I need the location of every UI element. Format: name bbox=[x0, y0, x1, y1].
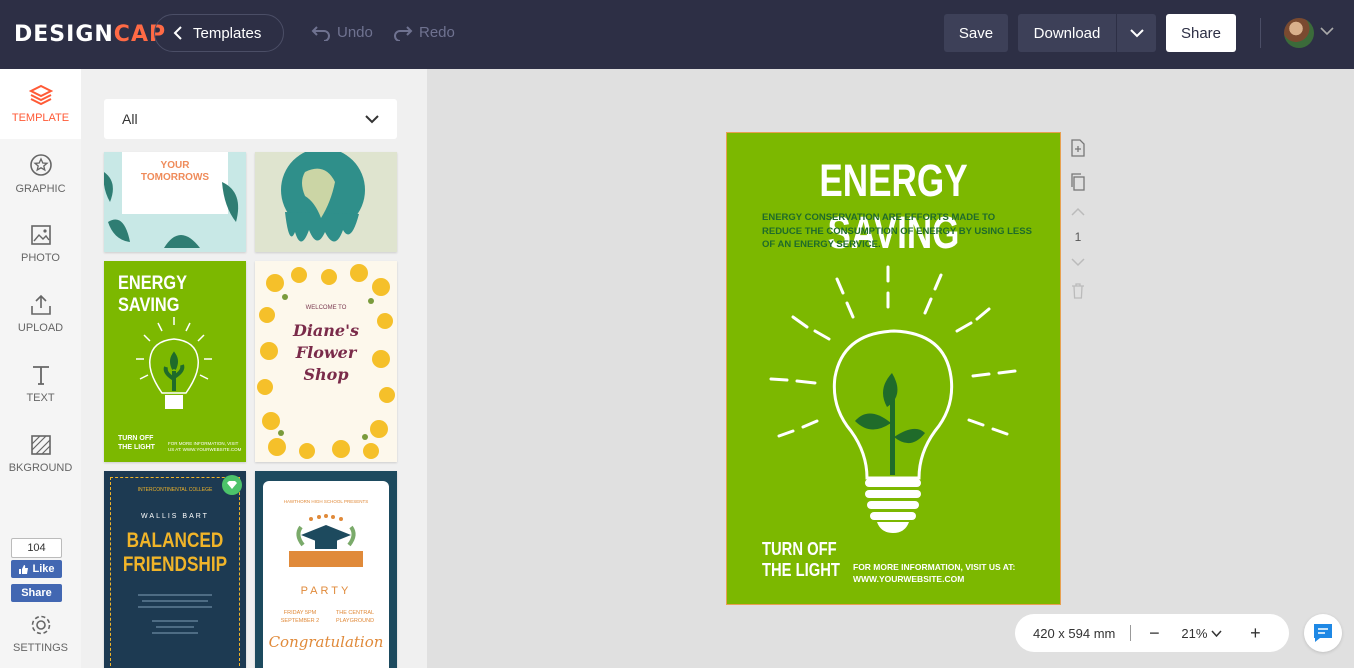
template-thumb-balanced-friendship[interactable]: INTERCONTINENTAL COLLEGE WALLIS BART BAL… bbox=[104, 471, 246, 668]
poster-footer-right[interactable]: FOR MORE INFORMATION, VISIT US AT: WWW.YO… bbox=[853, 561, 1015, 585]
graduation-cap-illustration bbox=[289, 514, 363, 567]
template-thumb-tomorrows[interactable]: YOUR TOMORROWS bbox=[104, 152, 246, 252]
download-button[interactable]: Download bbox=[1018, 14, 1116, 52]
chevron-down-icon bbox=[365, 114, 379, 123]
thumb-title1: BALANCED bbox=[126, 529, 224, 552]
add-page-icon[interactable] bbox=[1070, 139, 1086, 157]
nav-settings[interactable]: SETTINGS bbox=[0, 603, 81, 665]
undo-icon bbox=[311, 25, 330, 41]
text-icon bbox=[32, 366, 49, 385]
thumb-line2: Flower bbox=[295, 343, 357, 362]
melting-earth-illustration bbox=[281, 152, 365, 242]
left-nav: TEMPLATE GRAPHIC PHOTO UPLOAD TEXT BKGRO… bbox=[0, 69, 81, 668]
facebook-widget: 104 Like Share bbox=[11, 538, 62, 602]
thumb-script: Congratulation bbox=[268, 633, 384, 651]
page-number: 1 bbox=[1074, 230, 1082, 244]
thumb-line3: Shop bbox=[303, 365, 349, 384]
duplicate-page-icon[interactable] bbox=[1070, 173, 1086, 191]
nav-background[interactable]: BKGROUND bbox=[0, 419, 81, 489]
chevron-down-icon[interactable] bbox=[1320, 27, 1334, 36]
poster-canvas[interactable]: ENERGY SAVING ENERGY CONSERVATION ARE EF… bbox=[726, 132, 1061, 605]
save-button[interactable]: Save bbox=[944, 14, 1008, 52]
nav-text[interactable]: TEXT bbox=[0, 349, 81, 419]
facebook-share-button[interactable]: Share bbox=[11, 584, 62, 602]
redo-button[interactable]: Redo bbox=[393, 24, 455, 41]
thumb-footer-right: FOR MORE INFORMATION, VISIT US AT: WWW.Y… bbox=[168, 441, 242, 452]
layers-icon bbox=[28, 84, 53, 106]
thumb-top-text: INTERCONTINENTAL COLLEGE bbox=[137, 487, 213, 493]
filter-value: All bbox=[122, 111, 138, 127]
canvas-size-label: 420 x 594 mm bbox=[1033, 625, 1116, 641]
templates-back-button[interactable]: Templates bbox=[154, 14, 284, 52]
chat-button[interactable] bbox=[1304, 614, 1342, 652]
redo-icon bbox=[394, 25, 413, 41]
undo-label: Undo bbox=[337, 24, 373, 41]
zoom-level: 21% bbox=[1181, 625, 1208, 641]
thumb-name: Diane's bbox=[292, 321, 360, 340]
header-divider bbox=[1260, 18, 1261, 48]
nav-upload[interactable]: UPLOAD bbox=[0, 279, 81, 349]
download-options-button[interactable] bbox=[1117, 14, 1156, 52]
image-icon bbox=[30, 225, 51, 245]
redo-label: Redo bbox=[419, 24, 455, 41]
move-page-down-icon[interactable] bbox=[1071, 258, 1085, 267]
move-page-up-icon[interactable] bbox=[1071, 207, 1085, 216]
thumb-title: ENERGY SAVING bbox=[118, 273, 187, 316]
thumb-top-text: HAWTHORN HIGH SCHOOL PRESENTS bbox=[283, 499, 369, 504]
background-icon bbox=[30, 435, 51, 455]
thumb-banner: GRADUATION bbox=[292, 568, 360, 579]
canvas-area: ENERGY SAVING ENERGY CONSERVATION ARE EF… bbox=[427, 69, 1354, 668]
chevron-left-icon bbox=[173, 26, 182, 40]
top-bar: DESIGNCAP Templates Undo Redo Save Downl… bbox=[0, 0, 1354, 69]
share-button[interactable]: Share bbox=[1166, 14, 1236, 52]
thumb-text: YOUR TOMORROWS bbox=[140, 160, 210, 183]
template-thumb-earth[interactable] bbox=[255, 152, 397, 252]
nav-template[interactable]: TEMPLATE bbox=[0, 69, 81, 139]
star-badge-icon bbox=[29, 154, 52, 176]
lightbulb-illustration[interactable] bbox=[727, 133, 1060, 604]
thumb-date: FRIDAY 5PM SEPTEMBER 2 bbox=[280, 610, 320, 624]
template-thumb-flower-shop[interactable]: WELCOME TO Diane's Flower Shop bbox=[255, 261, 397, 462]
zoom-bar: 420 x 594 mm − 21% + bbox=[1015, 614, 1289, 652]
template-panel: All YOUR TOMORROWS ENERGY SAVING TURN OF… bbox=[81, 69, 427, 668]
gear-icon bbox=[31, 615, 50, 635]
category-filter-select[interactable]: All bbox=[104, 99, 397, 139]
chat-icon bbox=[1314, 624, 1332, 642]
undo-button[interactable]: Undo bbox=[311, 24, 373, 41]
facebook-like-count: 104 bbox=[11, 538, 62, 558]
thumbs-up-icon bbox=[19, 564, 29, 574]
thumb-title2: FRIENDSHIP bbox=[122, 553, 228, 576]
zoom-divider bbox=[1130, 625, 1132, 641]
upload-icon bbox=[30, 294, 51, 315]
thumb-footer-left: TURN OFF THE LIGHT bbox=[118, 435, 155, 451]
thumb-party: PARTY bbox=[300, 585, 352, 597]
zoom-level-select[interactable]: 21% bbox=[1181, 626, 1222, 641]
thumb-person: WALLIS BART bbox=[141, 513, 209, 520]
poster-footer-left[interactable]: TURN OFF THE LIGHT bbox=[762, 539, 840, 581]
facebook-like-button[interactable]: Like bbox=[11, 560, 62, 578]
nav-graphic[interactable]: GRAPHIC bbox=[0, 139, 81, 209]
chevron-down-icon bbox=[1129, 28, 1144, 37]
thumb-welcome: WELCOME TO bbox=[305, 305, 347, 311]
zoom-out-button[interactable]: − bbox=[1147, 623, 1161, 644]
nav-photo[interactable]: PHOTO bbox=[0, 209, 81, 279]
template-thumb-energy-saving[interactable]: ENERGY SAVING TURN OFF THE LIGHT FOR MOR… bbox=[104, 261, 246, 462]
chevron-down-icon bbox=[1211, 629, 1222, 637]
thumb-body-lines bbox=[138, 594, 212, 634]
thumb-venue: THE CENTRAL PLAYGROUND bbox=[335, 610, 375, 624]
template-thumb-graduation[interactable]: HAWTHORN HIGH SCHOOL PRESENTS GRADUATION… bbox=[255, 471, 397, 668]
zoom-in-button[interactable]: + bbox=[1248, 623, 1262, 644]
trash-icon[interactable] bbox=[1071, 283, 1085, 299]
user-avatar[interactable] bbox=[1284, 18, 1314, 48]
designcap-logo[interactable]: DESIGNCAP bbox=[14, 22, 166, 47]
page-tools: 1 bbox=[1067, 135, 1089, 299]
templates-label: Templates bbox=[193, 24, 262, 42]
